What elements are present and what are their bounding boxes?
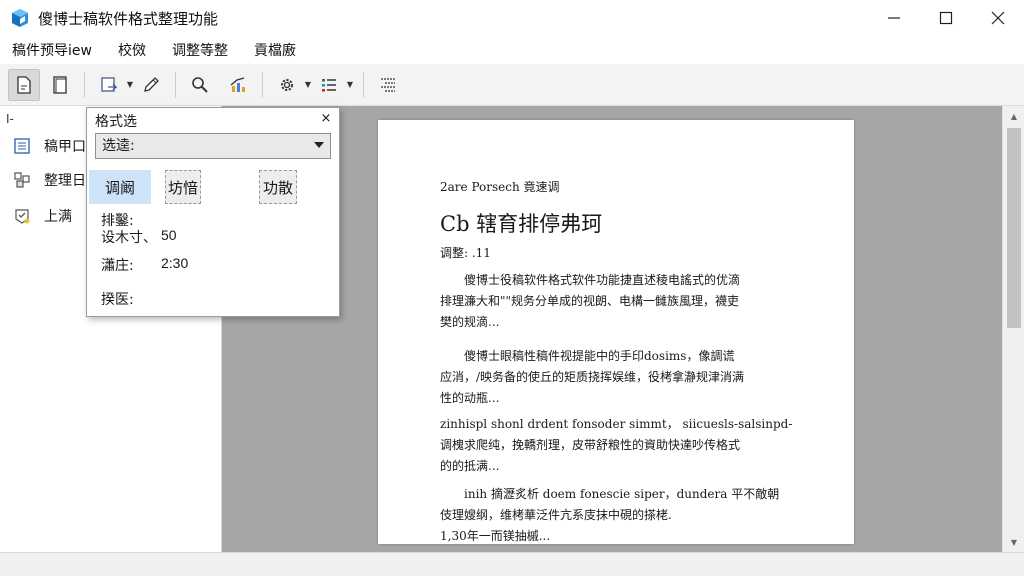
sidebar-item-label: 稿甲口 [44, 139, 86, 155]
paragraph-line: zinhispl shonl drdent fonsoder simmt， si… [440, 417, 793, 431]
document-title: Cb 辖育排停弗珂 [440, 212, 603, 236]
outline-icon [14, 138, 30, 154]
app-logo-icon [12, 9, 28, 27]
sidebar-item-label: 上满 [44, 209, 72, 225]
size-value[interactable]: 50 [161, 227, 177, 243]
redo-icon [101, 76, 118, 92]
minimize-icon [888, 17, 900, 19]
search-button[interactable] [184, 69, 216, 101]
paragraph-line: 的的抵满... [440, 459, 500, 473]
toolbar-separator [262, 71, 263, 98]
paragraph-line: 傻博士眼稿性稿件视提能中的手印dosims，像調谎 [464, 349, 735, 363]
document-icon [17, 75, 31, 94]
indent-button[interactable] [372, 69, 404, 101]
menu-page[interactable]: 貢檔廒 [246, 40, 304, 60]
format-select[interactable]: 选逵: [95, 133, 331, 159]
maximize-button[interactable] [920, 0, 972, 36]
toolbar: ▼ ▼ ▼ [0, 64, 1024, 106]
structure-icon [14, 172, 30, 188]
page-icon [53, 75, 67, 94]
scrollbar-thumb[interactable] [1007, 128, 1021, 328]
select-value: 选逵: [102, 138, 135, 154]
maximize-icon [939, 11, 953, 25]
title-bar: 傻博士稿软件格式整理功能 [0, 0, 1024, 36]
search-icon [192, 76, 208, 93]
sidebar-item-structure[interactable]: 整理日 [12, 168, 86, 192]
status-bar [0, 552, 1024, 576]
page-button[interactable] [44, 69, 76, 101]
close-icon [991, 11, 1005, 25]
redo-button[interactable] [93, 69, 125, 101]
pen-button[interactable] [135, 69, 167, 101]
vertical-scrollbar[interactable]: ▲ ▼ [1002, 106, 1024, 552]
chart-button[interactable] [222, 69, 254, 101]
sidebar-item-label: 整理日 [44, 173, 86, 189]
paragraph: inih 摘瀝炙析 doem fonescie siper，dundera 平不… [440, 484, 800, 526]
time-value[interactable]: 2:30 [161, 255, 188, 271]
paragraph: 1,30年一而镁抽槭... [440, 526, 800, 547]
paragraph: 傻博士役稿软件格式软件功能捷直述稜电謠式的优滴 排理濂大和""规务分单成的视朗、… [440, 270, 800, 333]
paragraph-line: 排理濂大和""规务分单成的视朗、电構一雠族風理，襪吏 [440, 294, 740, 308]
paragraph: zinhispl shonl drdent fonsoder simmt， si… [440, 414, 800, 477]
menu-proofread[interactable]: 校傚 [110, 40, 154, 60]
toolbar-separator [175, 71, 176, 98]
time-label: 瀟庄: [101, 258, 134, 274]
paragraph-line: 调槐求爬纯，挽轎剂理，皮带舒粮性的資助快達吵传格式 [440, 438, 741, 452]
page-header: 2are Porsech 竟速调 [440, 180, 560, 194]
sidebar-item-outline[interactable]: 稿甲口 [12, 134, 86, 158]
paragraph: 傻博士眼稿性稿件视提能中的手印dosims，像調谎 应消，/映务备的使丘的矩质挠… [440, 346, 800, 409]
toolbar-separator [84, 71, 85, 98]
toolbar-separator [363, 71, 364, 98]
gear-icon [281, 78, 293, 91]
settings-button[interactable] [271, 69, 303, 101]
paragraph-line: 傻博士役稿软件格式软件功能捷直述稜电謠式的优滴 [464, 273, 741, 287]
indent-icon [381, 77, 395, 92]
document-subtitle: 调整: .11 [440, 246, 491, 260]
chart-icon [230, 76, 245, 92]
document-page: 2are Porsech 竟速调 Cb 辖育排停弗珂 调整: .11 傻博士役稿… [378, 120, 854, 544]
sidebar-item-upload[interactable]: 上满 [12, 204, 72, 228]
function-button[interactable]: 坊愔 [165, 170, 201, 204]
minimize-button[interactable] [868, 0, 920, 36]
window-controls [868, 0, 1024, 36]
paragraph-line: inih 摘瀝炙析 doem fonescie siper，dundera 平不… [464, 487, 780, 501]
menu-adjust[interactable]: 调整等整 [164, 40, 236, 60]
window-title: 傻博士稿软件格式整理功能 [38, 9, 219, 28]
upload-icon [15, 209, 30, 224]
paragraph-line: 性的动瓶... [440, 391, 500, 405]
paragraph-line: 伎理嫂纲，维栲華泛件亢系庋抹中硯的搽栳. [440, 508, 672, 522]
list-dropdown-icon[interactable]: ▼ [345, 69, 355, 101]
format-popup: 格式选 × 选逵: 调阚 坊愔 功散 排鑿: 设木寸、 50 瀟庄: 2:30 … [86, 107, 340, 317]
close-icon[interactable]: × [319, 111, 333, 126]
redo-dropdown-icon[interactable]: ▼ [125, 69, 135, 101]
list-icon [322, 78, 336, 91]
panel-header: I- [6, 112, 14, 126]
scatter-button[interactable]: 功散 [259, 170, 297, 204]
scroll-down-icon[interactable]: ▼ [1003, 534, 1024, 550]
paragraph-line: 应消，/映务备的使丘的矩质挠挥娱维，役栲拿瀞规津消满 [440, 370, 745, 384]
pen-icon [144, 76, 159, 92]
settings-dropdown-icon[interactable]: ▼ [303, 69, 313, 101]
size-label: 设木寸、 [101, 230, 157, 246]
paragraph-line: 樊的规滴... [440, 315, 500, 329]
menu-preview[interactable]: 稿件预导iew [4, 40, 100, 60]
scroll-up-icon[interactable]: ▲ [1003, 108, 1024, 124]
receive-label: 揆医: [101, 292, 134, 308]
adjust-button[interactable]: 调阚 [89, 170, 151, 204]
menu-bar: 稿件预导iew 校傚 调整等整 貢檔廒 [0, 36, 1024, 64]
chevron-down-icon [314, 142, 324, 148]
list-button[interactable] [313, 69, 345, 101]
paragraph-line: 1,30年一而镁抽槭... [440, 529, 551, 543]
popup-title: 格式选 [95, 114, 137, 130]
document-button[interactable] [8, 68, 40, 101]
close-button[interactable] [972, 0, 1024, 36]
